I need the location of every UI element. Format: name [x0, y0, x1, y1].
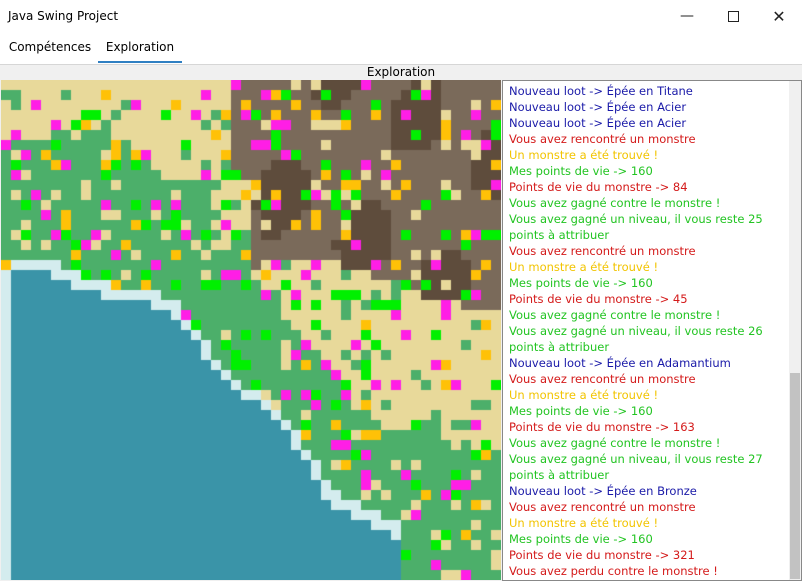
- tab-bar: Compétences Exploration: [0, 32, 802, 65]
- log-entry: Points de vie du monstre -> 321: [509, 548, 695, 562]
- maximize-icon: [727, 10, 739, 22]
- log-entry: Mes points de vie -> 160: [509, 404, 653, 418]
- log-entry: Mes points de vie -> 160: [509, 164, 653, 178]
- maximize-button[interactable]: [710, 0, 756, 32]
- log-entry: Vous avez gagné contre le monstre !: [509, 196, 721, 210]
- log-entry: Points de vie du monstre -> 84: [509, 180, 688, 194]
- tab-exploration[interactable]: Exploration: [98, 32, 182, 63]
- log-entry: Vous avez rencontré un monstre: [509, 132, 696, 146]
- log-entry: Vous avez rencontré un monstre: [509, 500, 696, 514]
- minimize-button[interactable]: —: [664, 0, 710, 32]
- log-entry: Vous avez gagné un niveau, il vous reste…: [509, 212, 763, 242]
- log-entry: Mes points de vie -> 160: [509, 276, 653, 290]
- log-entry: Un monstre a été trouvé !: [509, 148, 659, 162]
- log-entry: Vous avez gagné un niveau, il vous reste…: [509, 324, 763, 354]
- log-entry: Vous avez perdu contre le monstre !: [509, 564, 718, 578]
- log-entry: Vous avez gagné contre le monstre !: [509, 436, 721, 450]
- log-entry: Un monstre a été trouvé !: [509, 516, 659, 530]
- exploration-map[interactable]: [1, 80, 501, 580]
- log-entry: Nouveau loot -> Épée en Bronze: [509, 484, 697, 498]
- panel-title: Exploration: [366, 65, 436, 79]
- log-entry: Points de vie du monstre -> 163: [509, 420, 695, 434]
- window-title: Java Swing Project: [8, 9, 119, 23]
- log-entry: Nouveau loot -> Épée en Adamantium: [509, 356, 731, 370]
- log-entry: Vous avez gagné un niveau, il vous reste…: [509, 452, 763, 482]
- close-icon: ✕: [772, 6, 786, 26]
- minimize-icon: —: [680, 8, 694, 24]
- log-entry: Nouveau loot -> Épée en Acier: [509, 116, 687, 130]
- log-entry: Un monstre a été trouvé !: [509, 260, 659, 274]
- close-button[interactable]: ✕: [756, 0, 802, 32]
- log-entry: Nouveau loot -> Épée en Titane: [509, 84, 693, 98]
- log-entry: Vous avez rencontré un monstre: [509, 244, 696, 258]
- log-entry: Vous avez rencontré un monstre: [509, 372, 696, 386]
- tab-competences[interactable]: Compétences: [4, 32, 96, 63]
- map-canvas[interactable]: [1, 80, 501, 580]
- log-entry: Nouveau loot -> Épée en Acier: [509, 100, 687, 114]
- log-entry: Vous avez gagné contre le monstre !: [509, 308, 721, 322]
- event-log: Nouveau loot -> Épée en Titane Nouveau lo…: [502, 80, 802, 581]
- log-entry: Un monstre a été trouvé !: [509, 388, 659, 402]
- log-scrollbar[interactable]: [789, 81, 801, 580]
- log-entry: Points de vie du monstre -> 45: [509, 292, 688, 306]
- event-log-list: Nouveau loot -> Épée en Titane Nouveau lo…: [503, 81, 801, 579]
- log-scrollbar-thumb[interactable]: [790, 373, 800, 579]
- title-bar: Java Swing Project — ✕: [0, 0, 802, 32]
- log-entry: Mes points de vie -> 160: [509, 532, 653, 546]
